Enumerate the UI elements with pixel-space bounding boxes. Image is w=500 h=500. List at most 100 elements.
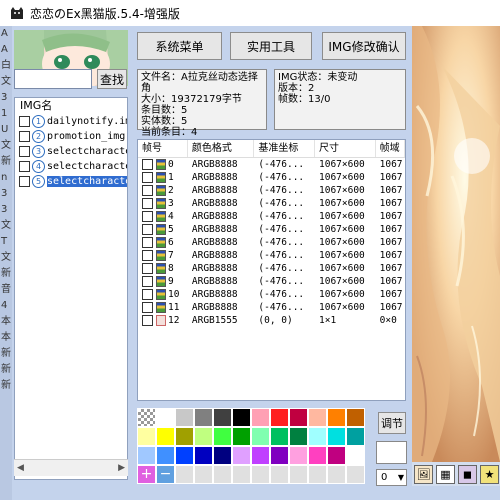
img-item-checkbox[interactable] <box>19 161 30 172</box>
img-item-checkbox[interactable] <box>19 176 30 187</box>
img-list-hscrollbar[interactable]: ◀ ▶ <box>14 459 128 476</box>
color-swatch[interactable] <box>308 465 327 484</box>
color-swatch[interactable] <box>213 408 232 427</box>
color-swatch[interactable] <box>346 446 365 465</box>
system-menu-button[interactable]: 系统菜单 <box>137 32 222 60</box>
frame-row[interactable]: 3 ARGB8888 (-476... 1067×600 1067 <box>138 197 405 210</box>
frame-checkbox[interactable] <box>142 224 153 235</box>
color-swatch[interactable] <box>232 408 251 427</box>
palette-tool-icon[interactable]: ▦ <box>436 464 455 484</box>
color-swatch[interactable] <box>346 465 365 484</box>
frame-row[interactable]: 4 ARGB8888 (-476... 1067×600 1067 <box>138 210 405 223</box>
adjust-button[interactable]: 调节 <box>378 412 406 434</box>
color-swatch[interactable] <box>251 427 270 446</box>
color-swatch[interactable] <box>251 408 270 427</box>
frame-checkbox[interactable] <box>142 302 153 313</box>
frame-row[interactable]: 5 ARGB8888 (-476... 1067×600 1067 <box>138 223 405 236</box>
color-swatch[interactable] <box>213 465 232 484</box>
frame-row[interactable]: 2 ARGB8888 (-476... 1067×600 1067 <box>138 184 405 197</box>
color-swatch[interactable] <box>346 408 365 427</box>
color-swatch[interactable] <box>251 465 270 484</box>
color-swatch[interactable] <box>156 427 175 446</box>
color-swatch[interactable] <box>308 408 327 427</box>
color-swatch[interactable] <box>156 408 175 427</box>
color-swatch[interactable] <box>270 427 289 446</box>
color-swatch[interactable] <box>156 446 175 465</box>
color-swatch[interactable] <box>270 408 289 427</box>
search-button[interactable]: 查找 <box>97 69 127 89</box>
color-swatch[interactable] <box>175 446 194 465</box>
img-item-checkbox[interactable] <box>19 116 30 127</box>
remove-color-icon[interactable]: − <box>156 465 175 484</box>
color-swatch[interactable] <box>289 408 308 427</box>
color-swatch[interactable] <box>213 427 232 446</box>
color-swatch[interactable] <box>289 465 308 484</box>
color-swatch[interactable] <box>327 408 346 427</box>
scroll-right-arrow-icon[interactable]: ▶ <box>118 463 125 473</box>
frame-row[interactable]: 12 ARGB1555 (0, 0) 1×1 0×0 <box>138 314 405 327</box>
img-item-checkbox[interactable] <box>19 131 30 142</box>
color-swatch[interactable] <box>289 427 308 446</box>
effect-tool-icon[interactable]: ★ <box>480 464 499 484</box>
frame-checkbox[interactable] <box>142 159 153 170</box>
color-swatch[interactable] <box>327 465 346 484</box>
image-tool-icon[interactable]: 🖼 <box>414 464 433 484</box>
color-swatch[interactable] <box>270 446 289 465</box>
frame-checkbox[interactable] <box>142 263 153 274</box>
color-swatch[interactable] <box>289 446 308 465</box>
layers-tool-icon[interactable]: ◼ <box>458 464 477 484</box>
color-swatch[interactable] <box>175 465 194 484</box>
frame-checkbox[interactable] <box>142 172 153 183</box>
color-swatch[interactable] <box>346 427 365 446</box>
color-swatch[interactable] <box>308 446 327 465</box>
col-frame-id[interactable]: 帧号 <box>138 140 188 157</box>
col-base-coord[interactable]: 基准坐标 <box>254 140 315 157</box>
color-swatch[interactable] <box>175 408 194 427</box>
color-swatch[interactable] <box>213 446 232 465</box>
frame-checkbox[interactable] <box>142 237 153 248</box>
img-list-item[interactable]: 3selectcharacter. <box>15 144 127 159</box>
col-frame-area[interactable]: 帧域 <box>376 140 405 157</box>
color-swatch[interactable] <box>327 446 346 465</box>
color-swatch[interactable] <box>194 446 213 465</box>
color-swatch[interactable] <box>232 446 251 465</box>
color-swatch[interactable] <box>194 465 213 484</box>
add-color-icon[interactable]: + <box>137 465 156 484</box>
tools-button[interactable]: 实用工具 <box>230 32 312 60</box>
frame-checkbox[interactable] <box>142 185 153 196</box>
frame-checkbox[interactable] <box>142 198 153 209</box>
color-swatch[interactable] <box>137 427 156 446</box>
img-list-item[interactable]: 1dailynotify.img <box>15 114 127 129</box>
value-select[interactable]: 0 ▼ <box>376 469 407 486</box>
col-size[interactable]: 尺寸 <box>315 140 376 157</box>
img-confirm-button[interactable]: IMG修改确认 <box>322 32 406 60</box>
color-swatch[interactable] <box>327 427 346 446</box>
frame-row[interactable]: 8 ARGB8888 (-476... 1067×600 1067 <box>138 262 405 275</box>
color-swatch[interactable] <box>251 446 270 465</box>
search-input[interactable] <box>14 69 92 89</box>
frame-row[interactable]: 6 ARGB8888 (-476... 1067×600 1067 <box>138 236 405 249</box>
color-swatch[interactable] <box>194 408 213 427</box>
scroll-left-arrow-icon[interactable]: ◀ <box>17 463 24 473</box>
frame-checkbox[interactable] <box>142 289 153 300</box>
img-list-item[interactable]: 5selectcharacter <box>15 174 127 189</box>
color-swatch[interactable] <box>194 427 213 446</box>
color-swatch[interactable] <box>270 465 289 484</box>
img-list-item[interactable]: 2promotion_img.im <box>15 129 127 144</box>
color-swatch[interactable] <box>232 465 251 484</box>
color-swatch[interactable] <box>137 446 156 465</box>
frame-row[interactable]: 11 ARGB8888 (-476... 1067×600 1067 <box>138 301 405 314</box>
color-swatch[interactable] <box>308 427 327 446</box>
color-swatch[interactable] <box>232 427 251 446</box>
frame-checkbox[interactable] <box>142 315 153 326</box>
frame-checkbox[interactable] <box>142 276 153 287</box>
color-swatch[interactable] <box>175 427 194 446</box>
frame-checkbox[interactable] <box>142 211 153 222</box>
img-list-item[interactable]: 4selectcharacter_ <box>15 159 127 174</box>
frame-row[interactable]: 0 ARGB8888 (-476... 1067×600 1067 <box>138 158 405 171</box>
col-color-format[interactable]: 颜色格式 <box>188 140 255 157</box>
frame-row[interactable]: 7 ARGB8888 (-476... 1067×600 1067 <box>138 249 405 262</box>
transparent-swatch[interactable] <box>137 408 156 427</box>
frame-row[interactable]: 10 ARGB8888 (-476... 1067×600 1067 <box>138 288 405 301</box>
img-item-checkbox[interactable] <box>19 146 30 157</box>
